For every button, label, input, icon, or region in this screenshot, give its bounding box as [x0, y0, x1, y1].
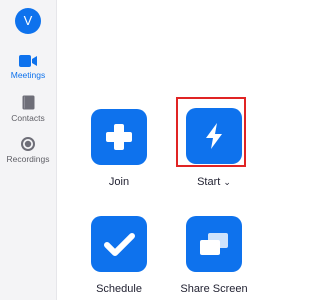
- start-label: Start: [197, 176, 221, 188]
- start-label-group[interactable]: Start ⌄: [169, 176, 259, 188]
- schedule-button[interactable]: [91, 216, 147, 272]
- checkmark-icon: [104, 233, 135, 256]
- sidebar-item-recordings[interactable]: Recordings: [0, 137, 56, 164]
- sidebar-item-label: Contacts: [11, 113, 45, 123]
- video-camera-icon: [19, 55, 37, 67]
- share-screen-button[interactable]: [186, 216, 242, 272]
- sidebar-item-label: Recordings: [6, 154, 50, 164]
- plus-icon: [106, 124, 132, 150]
- sidebar-item-meetings[interactable]: Meetings: [0, 55, 56, 80]
- sidebar-item-label: Meetings: [10, 70, 46, 80]
- record-icon: [21, 137, 35, 151]
- join-button[interactable]: [91, 109, 147, 165]
- contacts-book-icon: [22, 95, 34, 110]
- avatar[interactable]: V: [15, 8, 41, 34]
- start-highlight-box: [176, 97, 246, 167]
- sidebar: V Meetings Contacts Recordings: [0, 0, 57, 300]
- schedule-label: Schedule: [96, 283, 142, 295]
- chevron-down-icon[interactable]: ⌄: [223, 177, 231, 187]
- share-screen-icon: [200, 233, 228, 255]
- join-label: Join: [108, 176, 130, 188]
- sidebar-item-contacts[interactable]: Contacts: [0, 95, 56, 123]
- share-screen-label: Share Screen: [180, 283, 248, 295]
